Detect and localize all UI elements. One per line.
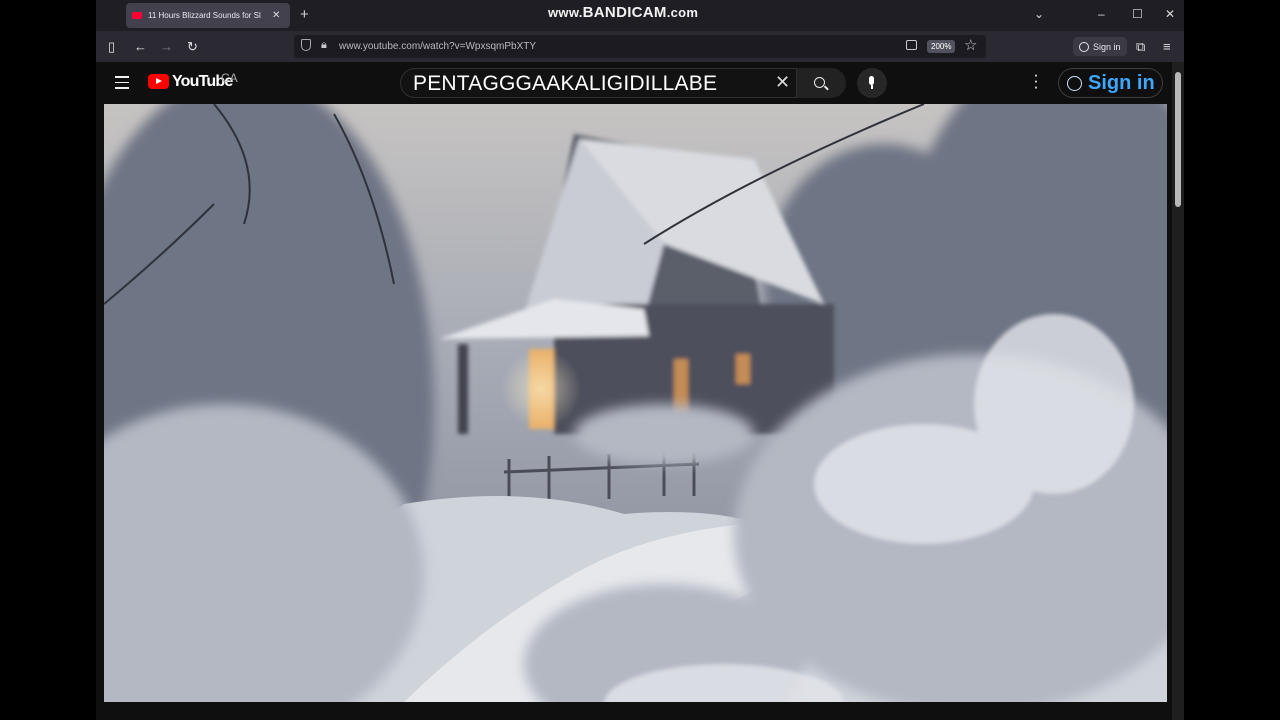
more-icon[interactable]: · · · [1033, 66, 1039, 95]
browser-window: 11 Hours Blizzard Sounds for Sl ✕ + www.… [96, 0, 1184, 720]
url-text[interactable]: www.youtube.com/watch?v=WpxsqmPbXTY [339, 41, 536, 52]
close-window-icon[interactable]: ✕ [1165, 7, 1175, 21]
country-code: CA [221, 71, 238, 85]
youtube-favicon-icon [132, 12, 142, 19]
sidebar-icon[interactable]: ▯ [108, 39, 115, 55]
reload-icon[interactable]: ↻ [187, 39, 198, 55]
title-bar: 11 Hours Blizzard Sounds for Sl ✕ + www.… [96, 0, 1184, 31]
page-content: YouTube CA PENTAGGGAAKALIGIDILLABE ✕ · · ·… [96, 62, 1184, 720]
video-player[interactable] [104, 104, 1167, 702]
bandicam-watermark: www.BANDICAM.com [548, 4, 699, 21]
new-tab-icon[interactable]: + [300, 6, 309, 23]
maximize-icon[interactable]: ☐ [1132, 7, 1143, 21]
browser-sign-in-button[interactable]: Sign in [1073, 37, 1127, 56]
shield-icon[interactable] [301, 39, 311, 51]
navigation-bar: ▯ ← → ↻ 🔒︎ www.youtube.com/watch?v=Wpxsq… [96, 31, 1184, 62]
mic-button[interactable] [857, 68, 887, 98]
snowy-cabin-video-frame [104, 104, 1167, 702]
extensions-icon[interactable]: ⧉ [1136, 39, 1145, 55]
tab-list-chevron-icon[interactable]: ⌄ [1034, 7, 1044, 21]
browser-sign-in-label: Sign in [1093, 41, 1121, 52]
lock-icon[interactable]: 🔒︎ [321, 39, 327, 52]
mic-icon [869, 76, 874, 85]
zoom-level[interactable]: 200% [927, 40, 956, 53]
account-icon [1079, 41, 1089, 52]
search-button[interactable] [796, 68, 846, 98]
youtube-header: YouTube CA PENTAGGGAAKALIGIDILLABE ✕ · · ·… [96, 62, 1172, 104]
menu-icon[interactable]: ≡ [1163, 39, 1171, 54]
clear-icon[interactable]: ✕ [775, 72, 790, 93]
scrollbar-thumb[interactable] [1175, 72, 1181, 207]
back-icon[interactable]: ← [134, 39, 147, 54]
youtube-logo-icon[interactable] [148, 74, 169, 89]
close-tab-icon[interactable]: ✕ [272, 10, 280, 21]
page-scrollbar[interactable] [1172, 62, 1184, 720]
reader-icon[interactable] [906, 40, 917, 50]
search-input[interactable]: PENTAGGGAAKALIGIDILLABE [413, 72, 717, 96]
account-icon [1067, 75, 1082, 91]
sign-in-label: Sign in [1088, 71, 1155, 94]
minimize-icon[interactable]: – [1098, 7, 1105, 21]
search-box[interactable]: PENTAGGGAAKALIGIDILLABE ✕ [400, 68, 846, 98]
youtube-sign-in-button[interactable]: Sign in [1058, 68, 1163, 98]
hamburger-icon[interactable] [115, 76, 129, 93]
address-bar[interactable]: 🔒︎ www.youtube.com/watch?v=WpxsqmPbXTY [294, 35, 986, 58]
browser-tab[interactable]: 11 Hours Blizzard Sounds for Sl ✕ [126, 3, 290, 28]
search-icon [814, 77, 825, 88]
tab-title: 11 Hours Blizzard Sounds for Sl [148, 11, 261, 20]
forward-icon[interactable]: → [160, 39, 173, 54]
star-icon[interactable]: ☆ [964, 36, 977, 54]
